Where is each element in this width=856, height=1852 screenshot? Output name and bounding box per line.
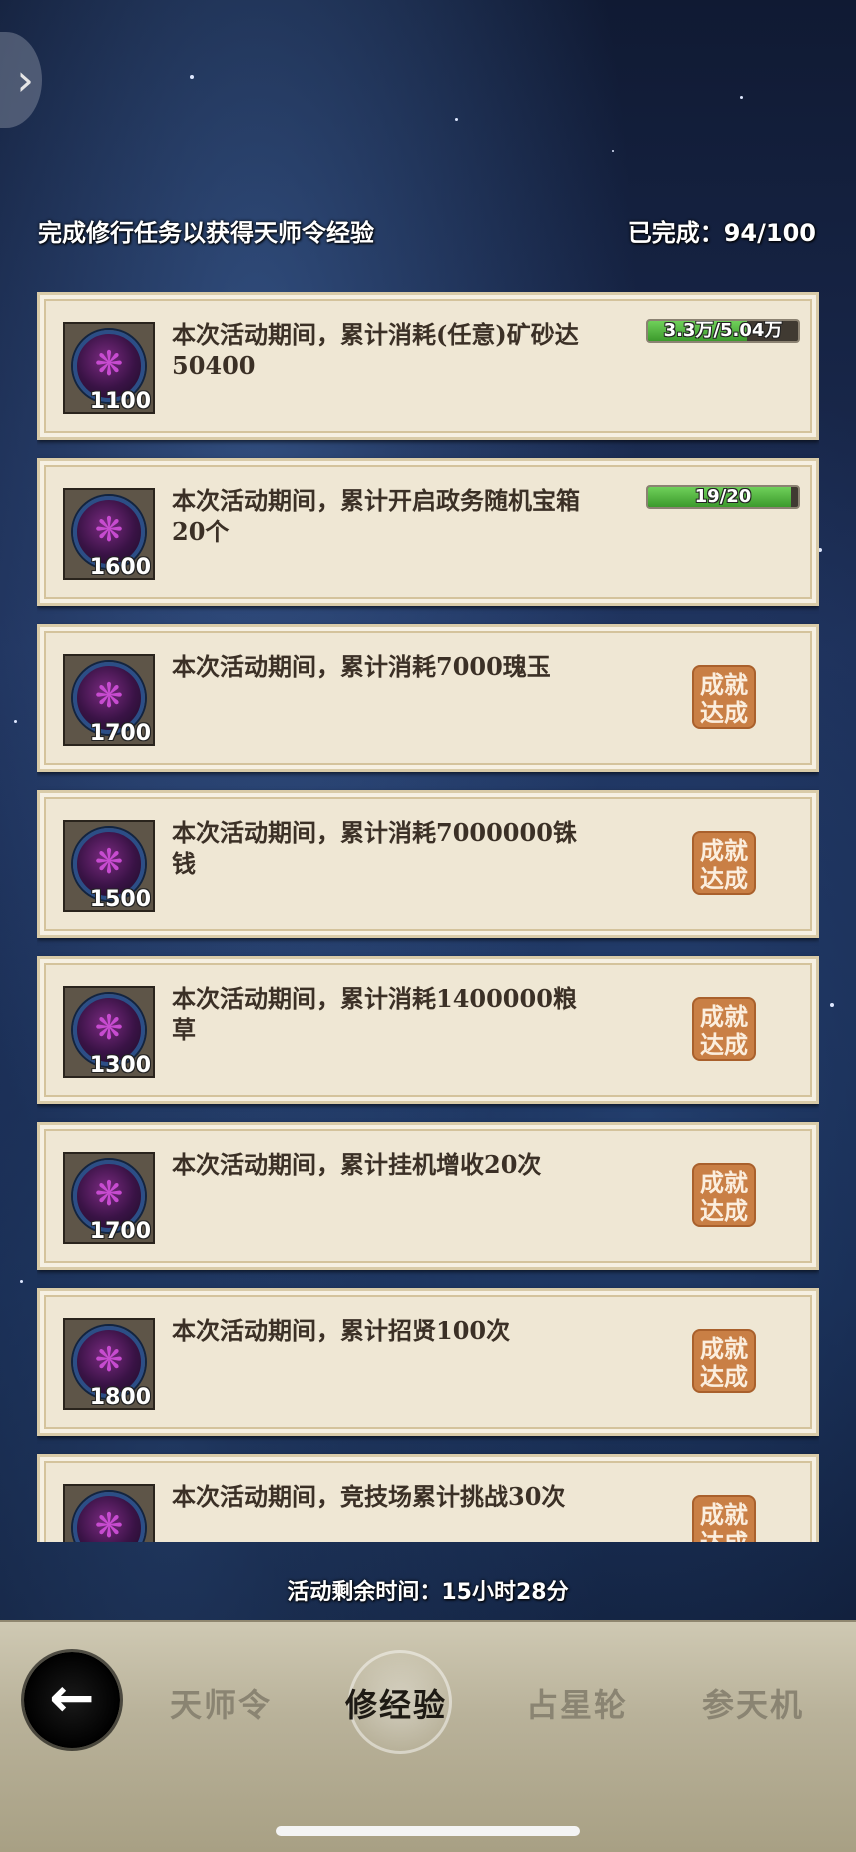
progress-text: 19/20 xyxy=(694,486,752,507)
reward-item[interactable]: ❋ 1100 xyxy=(63,322,155,414)
tab-tianshiling[interactable]: 天师令 xyxy=(170,1680,272,1726)
achievement-stamp: 成就达成 xyxy=(692,1163,756,1227)
task-description: 本次活动期间，累计开启政务随机宝箱20个 xyxy=(172,486,580,546)
task-description: 本次活动期间，累计消耗1400000粮草 xyxy=(172,984,577,1044)
task-description: 本次活动期间，累计消耗7000000铢钱 xyxy=(172,818,577,878)
task-list[interactable]: ❋ 1100 本次活动期间，累计消耗(任意)矿砂达50400 3.3万/5.04… xyxy=(37,292,819,1542)
task-card: ❋ 1600 本次活动期间，累计开启政务随机宝箱20个 19/20 xyxy=(37,458,819,606)
task-progress-bar: 3.3万/5.04万 xyxy=(646,319,800,343)
back-arrow-icon: ← xyxy=(49,1666,95,1729)
tab-xiujingyan[interactable]: 修经验 xyxy=(345,1680,447,1726)
reward-amount: 1100 xyxy=(89,389,151,414)
reward-item[interactable]: ❋ 1300 xyxy=(63,986,155,1078)
task-description: 本次活动期间，累计招贤100次 xyxy=(172,1316,511,1345)
reward-amount: 1700 xyxy=(89,1219,151,1244)
reward-amount: 1800 xyxy=(89,1385,151,1410)
reward-item[interactable]: ❋ 1700 xyxy=(63,1152,155,1244)
talisman-token-icon: ❋ xyxy=(73,1492,145,1542)
reward-item[interactable]: ❋ 1500 xyxy=(63,820,155,912)
achievement-stamp: 成就达成 xyxy=(692,1329,756,1393)
event-timer: 活动剩余时间：15小时28分 xyxy=(287,1580,569,1605)
reward-amount: 1700 xyxy=(89,721,151,746)
task-card: ❋ 1300 本次活动期间，累计消耗1400000粮草 成就 达成 xyxy=(37,956,819,1104)
achievement-stamp: 成就达成 xyxy=(692,831,756,895)
reward-item[interactable]: ❋ 1600 xyxy=(63,488,155,580)
tab-zhanxinglun[interactable]: 占星轮 xyxy=(526,1680,628,1726)
reward-amount: 1600 xyxy=(89,555,151,580)
task-description: 本次活动期间，累计消耗7000瑰玉 xyxy=(172,652,551,681)
task-card: ❋ 1800 本次活动期间，累计招贤100次 成就 达成 xyxy=(37,1288,819,1436)
header-title: 完成修行任务以获得天师令经验 xyxy=(38,218,374,247)
collapse-panel-button[interactable]: › xyxy=(0,32,42,128)
reward-item[interactable]: ❋ 1800 xyxy=(63,1318,155,1410)
reward-item[interactable]: ❋ 1700 xyxy=(63,654,155,746)
chevron-right-icon: › xyxy=(16,54,34,106)
task-card: ❋ 1500 本次活动期间，累计消耗7000000铢钱 成就 达成 xyxy=(37,790,819,938)
progress-text: 3.3万/5.04万 xyxy=(663,320,783,341)
home-indicator xyxy=(276,1826,580,1836)
task-progress-bar: 19/20 xyxy=(646,485,800,509)
reward-amount: 1300 xyxy=(89,1053,151,1078)
tab-cantianji[interactable]: 参天机 xyxy=(702,1680,804,1726)
task-card: ❋ 本次活动期间，竞技场累计挑战30次 成就达成 xyxy=(37,1454,819,1542)
reward-item[interactable]: ❋ xyxy=(63,1484,155,1542)
achievement-stamp: 成就达成 xyxy=(692,1495,756,1542)
achievement-stamp: 成就达成 xyxy=(692,997,756,1061)
reward-amount: 1500 xyxy=(89,887,151,912)
task-card: ❋ 1100 本次活动期间，累计消耗(任意)矿砂达50400 3.3万/5.04… xyxy=(37,292,819,440)
task-card: ❋ 1700 本次活动期间，累计挂机增收20次 成就 达成 xyxy=(37,1122,819,1270)
completion-count: 已完成：94/100 xyxy=(627,218,816,247)
task-card: ❋ 1700 本次活动期间，累计消耗7000瑰玉 成就 达成 xyxy=(37,624,819,772)
task-description: 本次活动期间，累计消耗(任意)矿砂达50400 xyxy=(172,320,579,380)
task-description: 本次活动期间，竞技场累计挑战30次 xyxy=(172,1482,566,1511)
task-header: 完成修行任务以获得天师令经验 已完成：94/100 xyxy=(38,212,816,248)
achievement-stamp: 成就达成 xyxy=(692,665,756,729)
task-description: 本次活动期间，累计挂机增收20次 xyxy=(172,1150,542,1179)
back-button[interactable]: ← xyxy=(24,1652,120,1748)
